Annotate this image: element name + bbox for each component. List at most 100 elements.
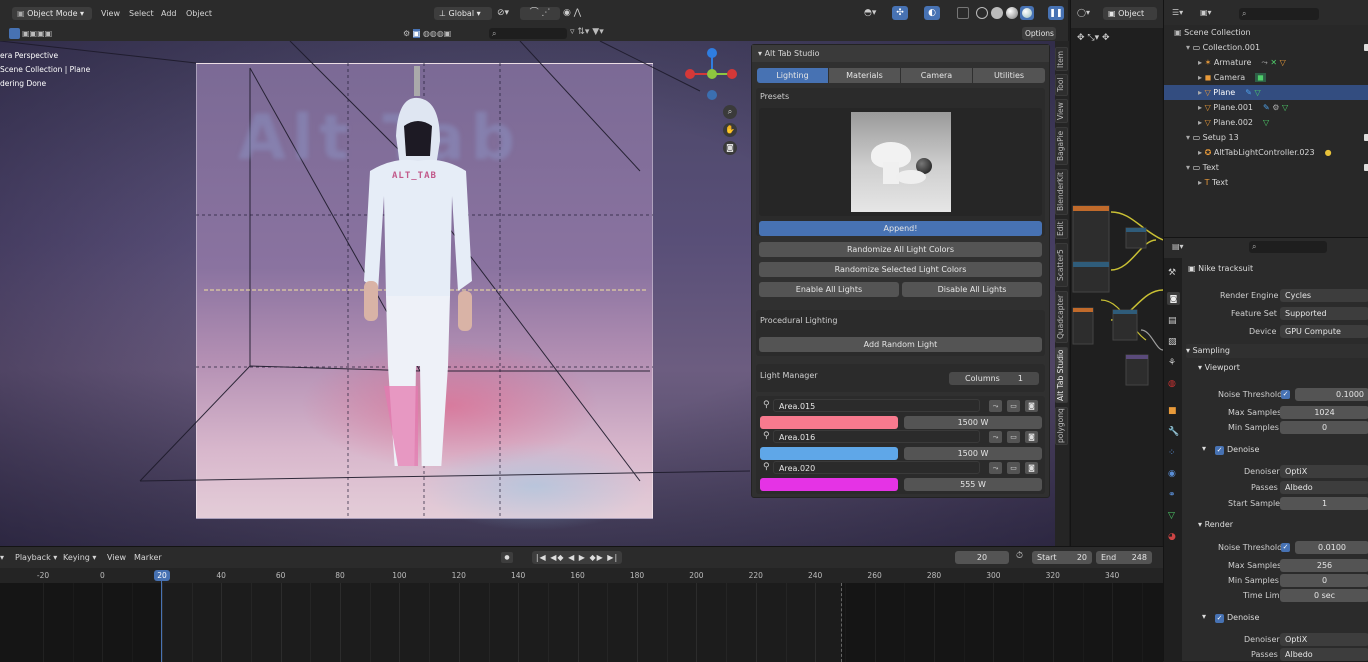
search-input[interactable]: ⌕ (489, 28, 567, 39)
randomize-selected-colors-button[interactable]: Randomize Selected Light Colors (759, 262, 1042, 277)
render-tab-icon[interactable]: ◙ (1167, 292, 1180, 305)
data-tab-icon[interactable]: ▽ (1168, 511, 1175, 521)
output-tab-icon[interactable]: ▤ (1168, 316, 1177, 326)
menu-view[interactable]: View (101, 9, 120, 19)
light-color-swatch[interactable] (760, 478, 898, 491)
tab-view[interactable]: View (1055, 99, 1068, 123)
tab-edit[interactable]: Edit (1055, 219, 1068, 239)
properties-search-input[interactable]: ⌕ (1249, 241, 1327, 253)
outliner-row[interactable]: ▸ ▽ Plane.002 ▽ (1164, 115, 1368, 130)
outliner-row[interactable]: ▸ T Text (1164, 175, 1368, 190)
outliner-row-data-icons[interactable]: ◼ (1255, 73, 1266, 82)
disable-all-lights-button[interactable]: Disable All Lights (902, 282, 1042, 297)
vp-denoise-checkbox[interactable]: ✓ (1215, 446, 1224, 455)
exclude-checkbox-icon[interactable] (1364, 134, 1368, 141)
current-frame-field[interactable]: 20 (955, 551, 1009, 564)
proportional-edit-icon[interactable]: ◉ ⋀ (563, 7, 593, 20)
light-color-swatch[interactable] (760, 447, 898, 460)
select-light-icon[interactable]: ⤳ (989, 462, 1002, 474)
light-power-field[interactable]: 1500 W (904, 416, 1042, 429)
modifier-tab-icon[interactable]: 🔧 (1168, 427, 1179, 437)
r-min-samples-field[interactable]: 0 (1280, 574, 1368, 587)
viewport-toggle-icon[interactable]: ▭ (1007, 431, 1020, 443)
outliner-row-data-icons[interactable]: ⤳ ✕ ▽ (1261, 58, 1285, 67)
light-name-field[interactable]: Area.020 (773, 461, 980, 474)
panel-header[interactable]: ▾ Alt Tab Studio (752, 45, 1049, 62)
outliner-row[interactable]: ▸ ▽ Plane ✎ ▽ (1164, 85, 1368, 100)
outliner-row[interactable]: ▾ ▭ Setup 13 (1164, 130, 1368, 145)
exclude-checkbox-icon[interactable] (1364, 44, 1368, 51)
columns-field[interactable]: Columns 1 (949, 372, 1039, 385)
r-denoise-checkbox[interactable]: ✓ (1215, 614, 1224, 623)
visibility-icon[interactable]: ◓▾ (864, 8, 876, 18)
particles-tab-icon[interactable]: ⁘ (1168, 448, 1176, 458)
xray-icon[interactable] (957, 7, 969, 19)
feature-set-select[interactable]: Supported (1280, 307, 1368, 320)
vp-denoise-subsection[interactable]: ▾ (1202, 444, 1206, 453)
filter-icon[interactable]: ▿ ⇅▾ ▼▾ (570, 27, 630, 39)
vp-denoiser-select[interactable]: OptiX (1280, 465, 1368, 478)
outliner-search-input[interactable]: ⌕ (1239, 8, 1319, 20)
light-name-field[interactable]: Area.016 (773, 430, 980, 443)
overlay-toggle-icon[interactable]: ◐ (924, 6, 940, 20)
enable-all-lights-button[interactable]: Enable All Lights (759, 282, 899, 297)
editor-type-icon[interactable]: ▾ (0, 553, 4, 563)
select-mode-icons[interactable]: ▣▣▣▣ (22, 28, 66, 39)
viewport-toggle-icon[interactable]: ▭ (1007, 462, 1020, 474)
playback-controls[interactable]: |◀ ◀◆ ◀ ▶ ◆▶ ▶| (532, 551, 622, 564)
add-random-light-button[interactable]: Add Random Light (759, 337, 1042, 352)
options-button[interactable]: Options (1022, 27, 1056, 40)
vp-start-sample-field[interactable]: 1 (1280, 497, 1368, 510)
tab-polygonq[interactable]: polygonq (1055, 407, 1068, 445)
pan-hand-icon[interactable]: ✋ (723, 123, 737, 137)
shading-solid-icon[interactable] (991, 7, 1003, 19)
outliner-row-data-icons[interactable]: ● (1325, 148, 1332, 157)
outliner-row[interactable]: ▾ ▭ Collection.001 (1164, 40, 1368, 55)
navigation-gizmo[interactable] (682, 47, 742, 103)
menu-marker[interactable]: Marker (134, 553, 162, 563)
render-toggle-icon[interactable]: ◙ (1025, 400, 1038, 412)
light-color-swatch[interactable] (760, 416, 898, 429)
record-button[interactable]: ● (501, 552, 513, 563)
constraints-tab-icon[interactable]: ⚭ (1168, 490, 1176, 500)
sampling-section[interactable]: ▾ Sampling (1186, 344, 1368, 358)
shading-material-icon[interactable] (1006, 7, 1018, 19)
timeline-track[interactable] (0, 583, 1163, 662)
physics-tab-icon[interactable]: ◉ (1168, 469, 1176, 479)
r-noise-threshold-field[interactable]: 0.0100 (1295, 541, 1368, 554)
tab-lighting[interactable]: Lighting (757, 68, 828, 83)
editor-type-icon[interactable]: ◯▾ (1077, 8, 1090, 17)
display-mode-icon[interactable]: ▣▾ (1200, 8, 1212, 17)
menu-playback[interactable]: Playback ▾ (15, 553, 57, 563)
menu-view[interactable]: View (107, 553, 126, 563)
tab-quadcapter[interactable]: Quadcapter (1055, 291, 1068, 343)
node-editor[interactable]: ◯▾ ▣ Object ✥ ⤡▾ ✥ (1070, 0, 1163, 546)
tab-item[interactable]: Item (1055, 47, 1068, 71)
outliner-row[interactable]: ▸ ◼ Camera ◼ (1164, 70, 1368, 85)
r-denoise-subsection[interactable]: ▾ (1202, 612, 1206, 621)
render-engine-select[interactable]: Cycles (1280, 289, 1368, 302)
start-frame-field[interactable]: Start 20 (1032, 551, 1092, 564)
tab-scatter5[interactable]: Scatter5 (1055, 243, 1068, 287)
tab-utilities[interactable]: Utilities (973, 68, 1045, 83)
render-toggle-icon[interactable]: ◙ (1025, 431, 1038, 443)
exclude-checkbox-icon[interactable] (1364, 164, 1368, 171)
playhead-frame-badge[interactable]: 20 (154, 570, 170, 581)
vp-passes-select[interactable]: Albedo (1280, 481, 1368, 494)
frame-ruler[interactable]: -20 0 20 40 60 80 100 120 140 160 180 200 220 240 260 2… (0, 568, 1163, 583)
tab-blenderkit[interactable]: BlenderKit (1055, 169, 1068, 215)
playhead-line[interactable] (161, 576, 162, 662)
orientation-selector[interactable]: ⊥ Global ▾ (434, 7, 492, 20)
r-passes-select[interactable]: Albedo (1280, 648, 1368, 661)
zoom-icon[interactable]: ⌕ (723, 105, 737, 119)
r-max-samples-field[interactable]: 256 (1280, 559, 1368, 572)
light-power-field[interactable]: 1500 W (904, 447, 1042, 460)
object-tab-icon[interactable]: ■ (1168, 406, 1177, 416)
pause-render-icon[interactable]: ❚❚ (1048, 6, 1064, 20)
outliner-row[interactable]: ▸ ✪ AltTabLightController.023 ● (1164, 145, 1368, 160)
append-button[interactable]: Append! (759, 221, 1042, 236)
snap-icon[interactable]: ⌒ ⋰ (520, 7, 560, 20)
viewport-subsection[interactable]: ▾ Viewport (1198, 363, 1240, 372)
outliner-row-data-icons[interactable]: ✎ ▽ (1245, 88, 1260, 97)
tool-tab-icon[interactable]: ⚒ (1168, 268, 1176, 278)
